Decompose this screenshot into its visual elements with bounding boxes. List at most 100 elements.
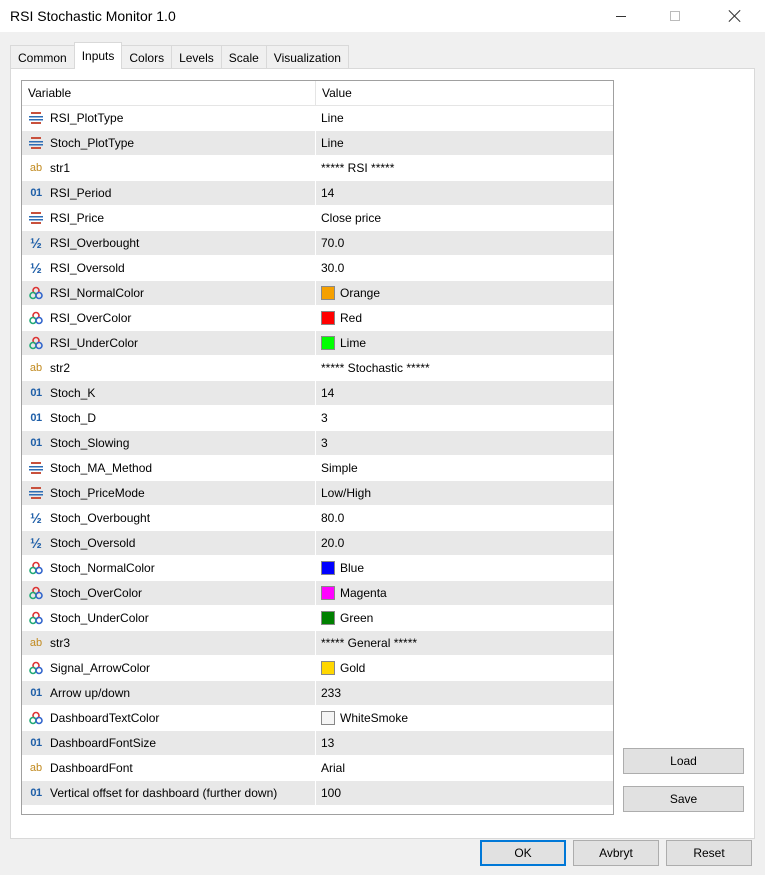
value-cell[interactable]: Arial <box>316 756 613 780</box>
minimize-icon <box>616 15 626 17</box>
value-cell[interactable]: Gold <box>316 656 613 680</box>
value-cell[interactable]: ***** RSI ***** <box>316 156 613 180</box>
value-text: WhiteSmoke <box>340 711 409 725</box>
value-cell[interactable]: Close price <box>316 206 613 230</box>
table-row[interactable]: RSI_Price Close price <box>22 206 613 231</box>
variable-cell: 01 RSI_Period <box>22 181 316 205</box>
table-row[interactable]: Stoch_OverColor Magenta <box>22 581 613 606</box>
table-row[interactable]: ab str2 ***** Stochastic ***** <box>22 356 613 381</box>
value-cell[interactable]: Low/High <box>316 481 613 505</box>
table-row[interactable]: ½ RSI_Overbought 70.0 <box>22 231 613 256</box>
value-cell[interactable]: 80.0 <box>316 506 613 530</box>
color-icon <box>28 310 44 326</box>
value-cell[interactable]: 20.0 <box>316 531 613 555</box>
load-button[interactable]: Load <box>623 748 744 774</box>
tab-levels[interactable]: Levels <box>171 45 222 69</box>
value-cell[interactable]: Lime <box>316 331 613 355</box>
value-cell[interactable]: WhiteSmoke <box>316 706 613 730</box>
tab-colors[interactable]: Colors <box>121 45 173 69</box>
enum-icon <box>28 110 44 126</box>
variable-cell: ½ RSI_Oversold <box>22 256 316 280</box>
variable-name: RSI_Oversold <box>50 261 125 275</box>
table-row[interactable]: RSI_UnderColor Lime <box>22 331 613 356</box>
column-header-variable[interactable]: Variable <box>22 81 316 105</box>
value-text: Magenta <box>340 586 387 600</box>
table-row[interactable]: Stoch_PriceMode Low/High <box>22 481 613 506</box>
window-title: RSI Stochastic Monitor 1.0 <box>10 8 176 24</box>
value-cell[interactable]: 100 <box>316 781 613 805</box>
table-row[interactable]: Stoch_PlotType Line <box>22 131 613 156</box>
value-cell[interactable]: 13 <box>316 731 613 755</box>
value-cell[interactable]: Red <box>316 306 613 330</box>
value-cell[interactable]: 3 <box>316 406 613 430</box>
color-swatch <box>321 336 335 350</box>
double-icon: ½ <box>30 510 42 526</box>
value-cell[interactable]: 70.0 <box>316 231 613 255</box>
ok-button[interactable]: OK <box>480 840 566 866</box>
variable-cell: DashboardTextColor <box>22 706 316 730</box>
reset-button[interactable]: Reset <box>666 840 752 866</box>
value-cell[interactable]: Simple <box>316 456 613 480</box>
column-header-value[interactable]: Value <box>316 81 613 105</box>
variable-name: Arrow up/down <box>50 686 131 700</box>
value-cell[interactable]: Line <box>316 131 613 155</box>
close-button[interactable] <box>712 0 758 32</box>
value-text: Lime <box>340 336 367 350</box>
value-text: Close price <box>321 211 382 225</box>
value-cell[interactable]: Blue <box>316 556 613 580</box>
tab-inputs[interactable]: Inputs <box>73 42 123 69</box>
tab-visualization[interactable]: Visualization <box>265 45 349 69</box>
value-text: Low/High <box>321 486 372 500</box>
value-cell[interactable]: ***** Stochastic ***** <box>316 356 613 380</box>
value-text: Blue <box>340 561 365 575</box>
value-cell[interactable]: ***** General ***** <box>316 631 613 655</box>
variable-cell: 01 Stoch_Slowing <box>22 431 316 455</box>
value-cell[interactable]: 14 <box>316 181 613 205</box>
table-row[interactable]: ab str3 ***** General ***** <box>22 631 613 656</box>
table-row[interactable]: RSI_NormalColor Orange <box>22 281 613 306</box>
color-swatch <box>321 311 335 325</box>
value-cell[interactable]: 3 <box>316 431 613 455</box>
value-cell[interactable]: Orange <box>316 281 613 305</box>
tab-scale[interactable]: Scale <box>220 45 267 69</box>
variable-name: DashboardFontSize <box>50 736 157 750</box>
value-cell[interactable]: 233 <box>316 681 613 705</box>
table-row[interactable]: RSI_OverColor Red <box>22 306 613 331</box>
table-row[interactable]: 01 Stoch_D 3 <box>22 406 613 431</box>
variable-name: RSI_Overbought <box>50 236 140 250</box>
value-text: 13 <box>321 736 335 750</box>
color-swatch <box>321 661 335 675</box>
value-cell[interactable]: 30.0 <box>316 256 613 280</box>
tab-common[interactable]: Common <box>10 45 75 69</box>
cancel-button[interactable]: Avbryt <box>573 840 659 866</box>
value-cell[interactable]: Magenta <box>316 581 613 605</box>
table-row[interactable]: ½ Stoch_Oversold 20.0 <box>22 531 613 556</box>
table-row[interactable]: 01 RSI_Period 14 <box>22 181 613 206</box>
table-row[interactable]: Stoch_MA_Method Simple <box>22 456 613 481</box>
table-row[interactable]: 01 Vertical offset for dashboard (further… <box>22 781 613 806</box>
table-row[interactable]: Signal_ArrowColor Gold <box>22 656 613 681</box>
minimize-button[interactable] <box>598 0 644 32</box>
table-row[interactable]: RSI_PlotType Line <box>22 106 613 131</box>
value-text: 80.0 <box>321 511 345 525</box>
table-row[interactable]: ab DashboardFont Arial <box>22 756 613 781</box>
double-icon: ½ <box>30 235 42 251</box>
variable-name: Stoch_K <box>50 386 96 400</box>
color-icon <box>28 285 44 301</box>
variable-name: RSI_UnderColor <box>50 336 139 350</box>
table-row[interactable]: ½ Stoch_Overbought 80.0 <box>22 506 613 531</box>
table-row[interactable]: ½ RSI_Oversold 30.0 <box>22 256 613 281</box>
table-row[interactable]: 01 Arrow up/down 233 <box>22 681 613 706</box>
value-cell[interactable]: Line <box>316 106 613 130</box>
table-row[interactable]: Stoch_NormalColor Blue <box>22 556 613 581</box>
table-row[interactable]: 01 DashboardFontSize 13 <box>22 731 613 756</box>
table-row[interactable]: Stoch_UnderColor Green <box>22 606 613 631</box>
table-row[interactable]: ab str1 ***** RSI ***** <box>22 156 613 181</box>
table-row[interactable]: 01 Stoch_K 14 <box>22 381 613 406</box>
table-row[interactable]: 01 Stoch_Slowing 3 <box>22 431 613 456</box>
text-icon: ab <box>29 362 43 374</box>
table-row[interactable]: DashboardTextColor WhiteSmoke <box>22 706 613 731</box>
save-button[interactable]: Save <box>623 786 744 812</box>
value-cell[interactable]: 14 <box>316 381 613 405</box>
value-cell[interactable]: Green <box>316 606 613 630</box>
